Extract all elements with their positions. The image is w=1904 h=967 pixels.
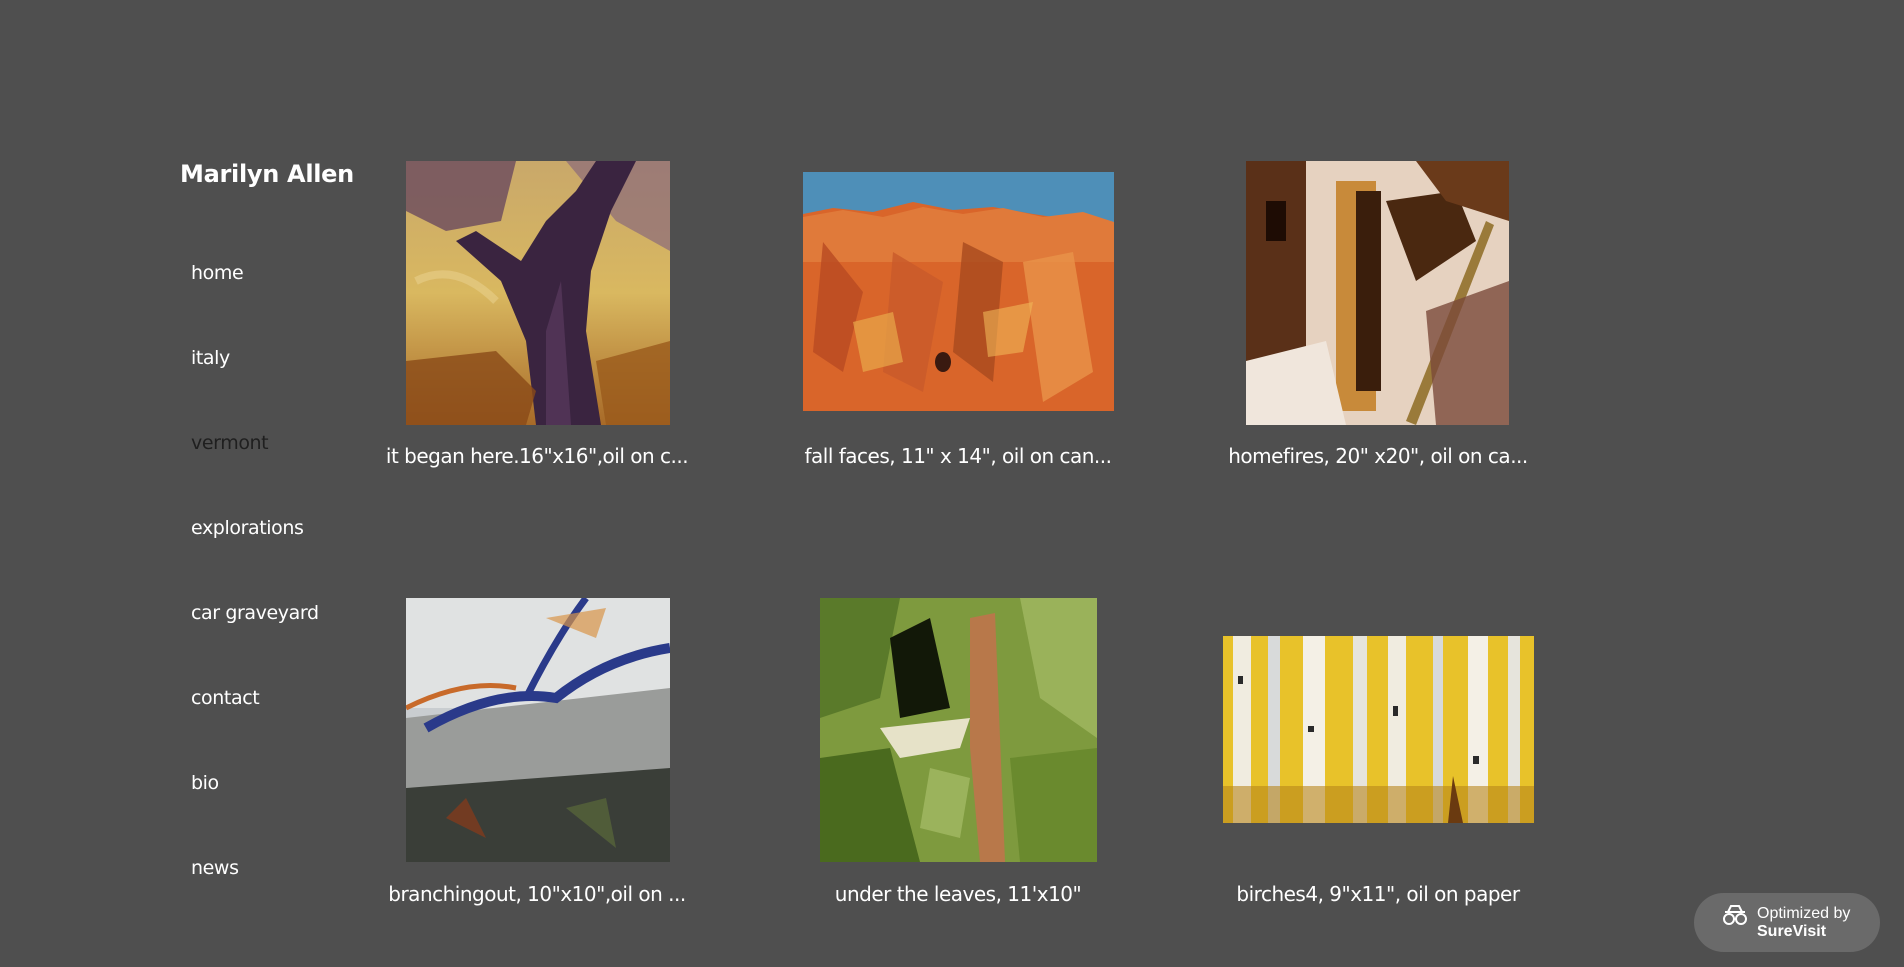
- nav-item-italy[interactable]: italy: [191, 347, 319, 432]
- page: Marilyn Allen home italy vermont explora…: [0, 0, 1904, 967]
- artwork-image[interactable]: [803, 172, 1114, 411]
- nav-item-home[interactable]: home: [191, 262, 319, 347]
- artwork-caption[interactable]: birches4, 9"x11", oil on paper: [1213, 882, 1543, 906]
- badge-line-1: Optimized by: [1757, 904, 1851, 922]
- glasses-icon: [1721, 904, 1749, 935]
- nav-item-explorations[interactable]: explorations: [191, 517, 319, 602]
- nav-item-car-graveyard[interactable]: car graveyard: [191, 602, 319, 687]
- artwork-caption[interactable]: it began here.16"x16",oil on c...: [372, 444, 702, 468]
- nav-item-news[interactable]: news: [191, 857, 319, 942]
- artwork-caption[interactable]: branchingout, 10"x10",oil on ...: [372, 882, 702, 906]
- badge-line-2: SureVisit: [1757, 922, 1827, 940]
- nav-item-vermont[interactable]: vermont: [191, 432, 319, 517]
- artwork-image[interactable]: [1223, 636, 1534, 823]
- optimized-by-badge[interactable]: Optimized by SureVisit: [1694, 893, 1880, 952]
- artwork-caption[interactable]: under the leaves, 11'x10": [793, 882, 1123, 906]
- artwork-caption[interactable]: fall faces, 11" x 14", oil on can...: [793, 444, 1123, 468]
- main-nav: home italy vermont explorations car grav…: [191, 262, 319, 942]
- site-title[interactable]: Marilyn Allen: [180, 160, 354, 188]
- artwork-caption[interactable]: homefires, 20" x20", oil on ca...: [1213, 444, 1543, 468]
- artwork-image[interactable]: [406, 598, 670, 862]
- artwork-image[interactable]: [1246, 161, 1509, 425]
- nav-item-bio[interactable]: bio: [191, 772, 319, 857]
- artwork-image[interactable]: [406, 161, 670, 425]
- badge-text: Optimized by SureVisit: [1757, 905, 1850, 941]
- nav-item-contact[interactable]: contact: [191, 687, 319, 772]
- artwork-image[interactable]: [820, 598, 1097, 862]
